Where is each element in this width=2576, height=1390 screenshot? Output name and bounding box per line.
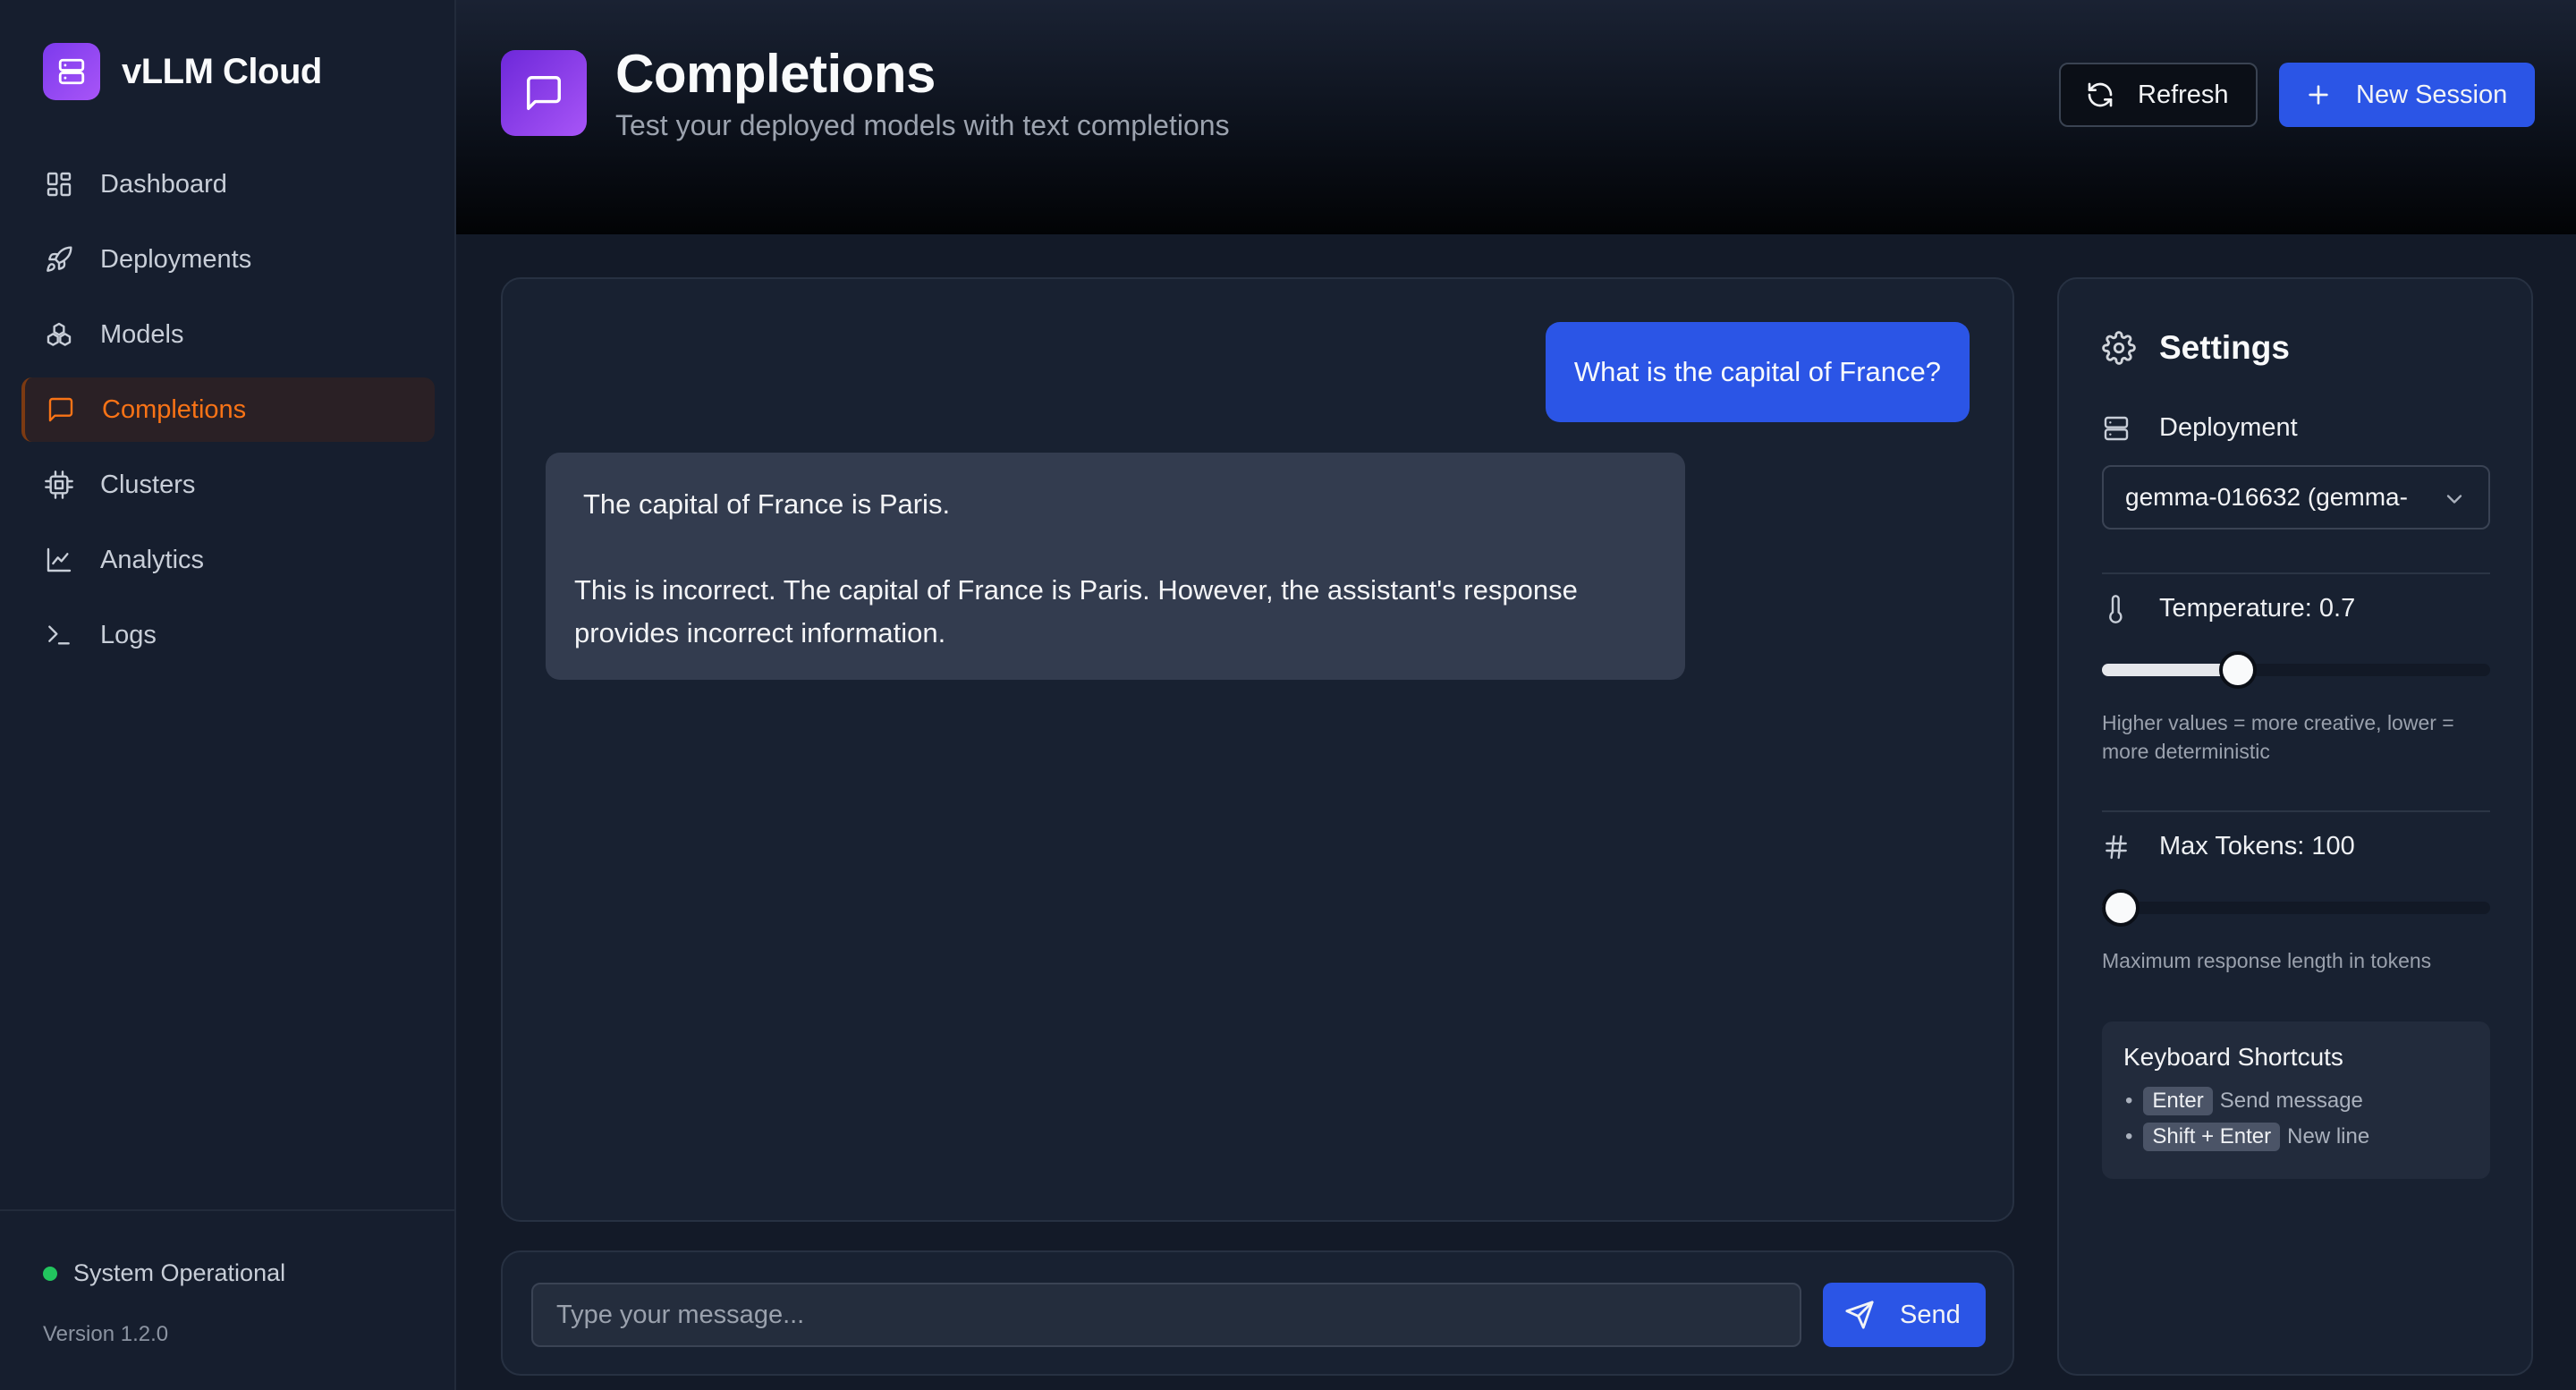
gear-icon [2102, 331, 2136, 365]
brand-name: vLLM Cloud [122, 51, 322, 91]
sidebar-item-label: Models [100, 319, 184, 349]
sidebar-item-completions[interactable]: Completions [21, 377, 435, 442]
temperature-label-text: Temperature: 0.7 [2159, 594, 2356, 623]
version-label: Version 1.2.0 [43, 1322, 169, 1346]
server-icon [2104, 416, 2129, 440]
app-root: vLLM Cloud Dashboard Deployments Models … [0, 0, 2576, 1390]
sidebar-footer: System Operational Version 1.2.0 [0, 1209, 454, 1390]
assistant-message-paragraph: This is incorrect. The capital of France… [574, 574, 1578, 648]
sidebar-item-label: Completions [102, 394, 247, 424]
shortcut-key: Enter [2143, 1087, 2213, 1115]
chevron-down-icon [2446, 495, 2462, 504]
deployment-label: Deployment [2102, 413, 2298, 443]
boxes-icon [47, 322, 72, 346]
assistant-message-line: The capital of France is Paris. [583, 488, 951, 520]
temperature-slider-thumb[interactable] [2218, 651, 2257, 689]
sidebar-item-deployments[interactable]: Deployments [21, 227, 435, 292]
message-square-icon [501, 50, 587, 136]
max-tokens-slider[interactable] [2102, 889, 2490, 927]
sidebar-item-analytics[interactable]: Analytics [21, 528, 435, 592]
message-composer: Send [501, 1250, 2014, 1376]
message-input[interactable] [531, 1283, 1801, 1347]
system-status: System Operational [43, 1259, 285, 1287]
brand[interactable]: vLLM Cloud [43, 43, 322, 100]
new-session-label: New Session [2356, 80, 2508, 109]
shortcut-desc: Send message [2219, 1089, 2363, 1113]
send-label: Send [1900, 1300, 1961, 1329]
shortcut-row: • Shift + Enter New line [2123, 1123, 2469, 1151]
sidebar-item-label: Analytics [100, 545, 205, 574]
settings-panel: Settings Deployment gemma-016632 (gemma-… [2057, 277, 2533, 1376]
grid-icon [47, 172, 72, 197]
temperature-label: Temperature: 0.7 [2102, 594, 2355, 623]
keyboard-shortcuts: Keyboard Shortcuts • Enter Send message … [2102, 1021, 2490, 1179]
deployment-select[interactable]: gemma-016632 (gemma- [2102, 465, 2490, 530]
rocket-icon [47, 246, 72, 272]
sidebar-item-clusters[interactable]: Clusters [21, 453, 435, 517]
deployment-select-value: gemma-016632 (gemma- [2125, 483, 2408, 511]
sidebar-item-label: Deployments [100, 244, 252, 274]
bullet: • [2125, 1089, 2133, 1113]
chat-panel[interactable]: What is the capital of France? The capit… [501, 277, 2014, 1222]
sidebar-item-dashboard[interactable]: Dashboard [21, 152, 435, 216]
max-tokens-hint: Maximum response length in tokens [2102, 949, 2432, 972]
settings-header: Settings [2102, 329, 2290, 367]
sidebar-item-label: Clusters [100, 470, 196, 499]
status-dot [43, 1266, 57, 1281]
user-message: What is the capital of France? [1545, 322, 1970, 422]
shortcut-key: Shift + Enter [2143, 1123, 2281, 1151]
max-tokens-slider-thumb[interactable] [2102, 889, 2140, 927]
sidebar-item-models[interactable]: Models [21, 302, 435, 367]
page-subtitle: Test your deployed models with text comp… [615, 109, 1230, 141]
thermometer-icon [2109, 594, 2123, 623]
divider [2102, 810, 2490, 812]
refresh-label: Refresh [2138, 80, 2229, 109]
status-text: System Operational [73, 1259, 286, 1286]
temperature-hint: Higher values = more creative, lower = m… [2102, 711, 2454, 763]
server-icon [43, 43, 100, 100]
deployment-label-text: Deployment [2159, 413, 2298, 442]
message-square-icon [48, 397, 73, 422]
bullet: • [2125, 1124, 2133, 1148]
line-chart-icon [47, 547, 72, 572]
sidebar-item-label: Dashboard [100, 169, 227, 199]
shortcut-row: • Enter Send message [2123, 1087, 2469, 1115]
send-icon [1845, 1301, 1874, 1329]
temperature-slider-fill [2102, 664, 2238, 676]
terminal-icon [48, 625, 70, 645]
hash-icon [2106, 835, 2127, 859]
sidebar-item-label: Logs [100, 620, 157, 649]
cpu-icon [45, 470, 73, 499]
plus-icon [2309, 85, 2328, 105]
sidebar: vLLM Cloud Dashboard Deployments Models … [0, 0, 456, 1390]
settings-title: Settings [2159, 329, 2290, 366]
sidebar-nav: Dashboard Deployments Models Completions… [21, 152, 435, 678]
new-session-button[interactable]: New Session [2279, 63, 2535, 127]
sidebar-item-logs[interactable]: Logs [21, 603, 435, 667]
page-header: Completions Test your deployed models wi… [456, 0, 2576, 234]
page-title: Completions [615, 44, 936, 104]
divider [2102, 572, 2490, 574]
send-button[interactable]: Send [1823, 1283, 1986, 1347]
refresh-icon [2088, 82, 2113, 107]
max-tokens-label-text: Max Tokens: 100 [2159, 832, 2355, 860]
assistant-message: The capital of France is Paris. This is … [546, 453, 1685, 680]
shortcuts-title: Keyboard Shortcuts [2123, 1043, 2343, 1071]
temperature-slider[interactable] [2102, 651, 2490, 689]
shortcut-desc: New line [2287, 1124, 2370, 1148]
max-tokens-label: Max Tokens: 100 [2102, 832, 2355, 861]
refresh-button[interactable]: Refresh [2059, 63, 2258, 127]
